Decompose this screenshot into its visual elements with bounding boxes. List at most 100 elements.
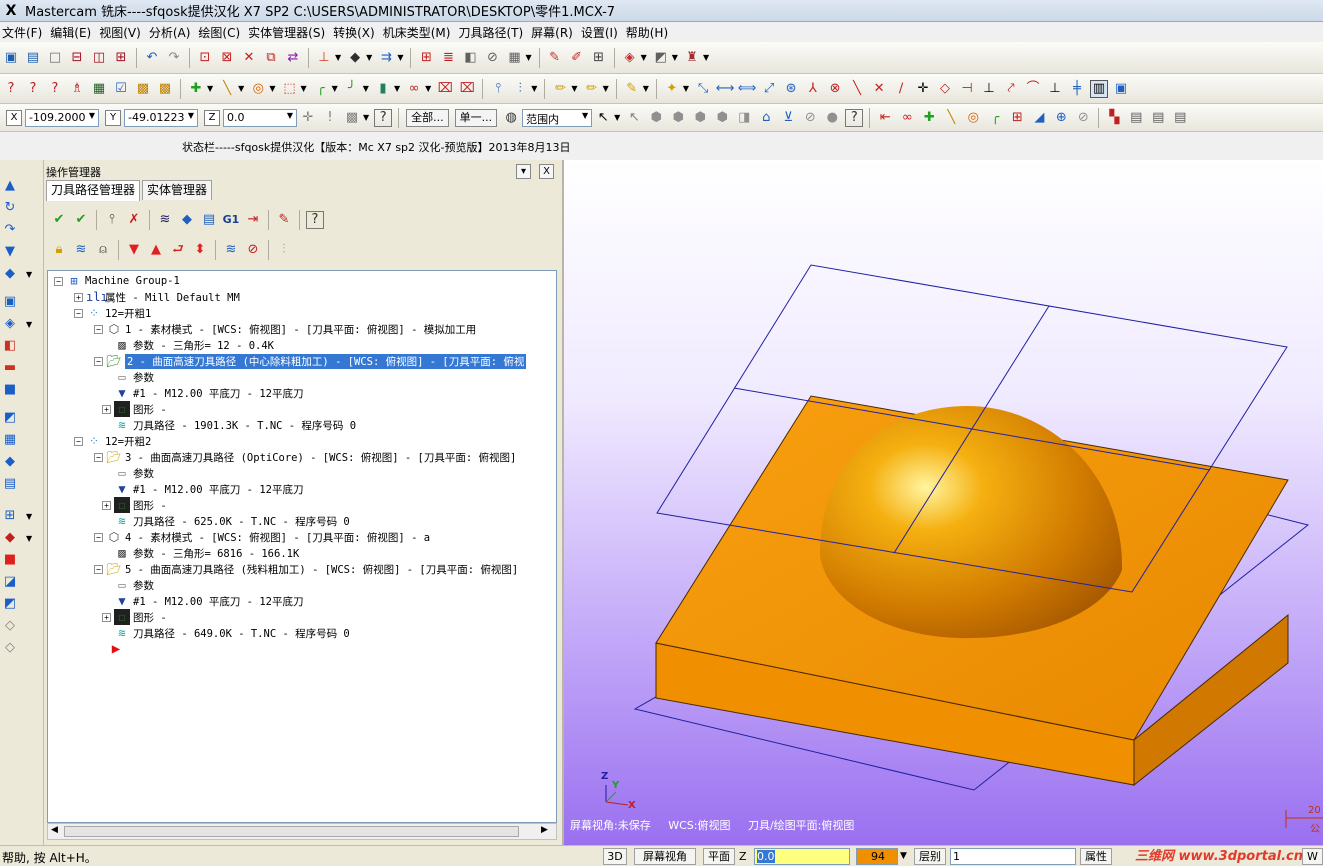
chamfer-icon[interactable]: ╯	[343, 80, 361, 98]
solid-sel5-icon[interactable]: ◨	[735, 109, 753, 127]
snap7-icon[interactable]: ◇	[936, 80, 954, 98]
x-coord-label[interactable]: X	[6, 109, 22, 126]
chain8-icon[interactable]: ◢	[1030, 109, 1048, 127]
axis-icon[interactable]: ⫶	[511, 80, 529, 98]
rotate-icon[interactable]: ↻	[2, 200, 18, 216]
snap6-icon[interactable]: ✛	[914, 80, 932, 98]
chain-icon[interactable]: ⇤	[876, 109, 894, 127]
level-input[interactable]: 1	[950, 848, 1076, 865]
scroll-thumb[interactable]	[64, 826, 519, 837]
toggle-display-icon[interactable]: ≋	[72, 241, 90, 259]
tree-node[interactable]: − 📂︎ 3 - 曲面高速刀具路径 (OptiCore) - [WCS: 俯视图…	[94, 449, 516, 465]
x-coord-input[interactable]: -109.2000 ▼	[25, 108, 99, 127]
cursor2-icon[interactable]: ↖	[625, 109, 643, 127]
grid-view-icon[interactable]: ⊞	[2, 508, 18, 524]
dim3-icon[interactable]: ⟺	[738, 80, 757, 98]
menu-view[interactable]: 视图(V)	[97, 24, 147, 41]
query-help2-icon[interactable]: ?	[845, 108, 864, 127]
tree-node[interactable]: ▼ #1 - M12.00 平底刀 - 12平底刀	[114, 481, 303, 497]
view-top-icon[interactable]: ▲	[2, 178, 18, 194]
wire-cube-icon[interactable]: ◇	[2, 618, 18, 634]
dim2-icon[interactable]: ⟷	[716, 80, 735, 98]
tree-node[interactable]: − 📂︎ 5 - 曲面高速刀具路径 (残料粗加工) - [WCS: 俯视图] -…	[94, 561, 518, 577]
highfeed-icon[interactable]: ✎	[275, 211, 293, 229]
help-q4-icon[interactable]: ♗	[68, 80, 86, 98]
tree-node[interactable]: + ılı 属性 - Mill Default MM	[74, 289, 240, 305]
mirror-icon[interactable]: ⇉	[377, 49, 395, 67]
color3-icon[interactable]: ▤	[1149, 109, 1167, 127]
split-h-icon[interactable]: ⊟	[68, 49, 86, 67]
fast-point-icon[interactable]: ✛	[299, 109, 317, 127]
menu-screen[interactable]: 屏幕(R)	[529, 24, 579, 41]
tree-node[interactable]: ▨ 参数 - 三角形= 6816 - 166.1K	[114, 545, 299, 561]
split-quad-icon[interactable]: ⊞	[112, 49, 130, 67]
measure-icon[interactable]: ⊠	[218, 49, 236, 67]
split-v-icon[interactable]: ◫	[90, 49, 108, 67]
tree-node[interactable]: ▨ 参数 - 三角形= 12 - 0.4K	[114, 337, 274, 353]
move-down-icon[interactable]: ▼	[125, 241, 143, 259]
chain5-icon[interactable]: ◎	[964, 109, 982, 127]
z-coord-label[interactable]: Z	[204, 109, 220, 126]
cylinder-icon[interactable]: ▮	[374, 80, 392, 98]
save-icon[interactable]: ▣	[2, 49, 20, 67]
verify-sel-icon[interactable]: ⌂	[757, 109, 775, 127]
tree-node[interactable]: + ◻ 图形 -	[102, 401, 167, 417]
menu-help[interactable]: 帮助(H)	[624, 24, 674, 41]
tree-node[interactable]: ▭ 参数	[114, 465, 154, 481]
shade-toggle2-icon[interactable]: ◩	[2, 596, 18, 612]
tree-node[interactable]: ▼ #1 - M12.00 平底刀 - 12平底刀	[114, 385, 303, 401]
menu-xform[interactable]: 转换(X)	[331, 24, 381, 41]
matrix-icon[interactable]: ▦	[90, 80, 108, 98]
z-depth-input[interactable]: 0.0	[754, 848, 850, 865]
cursor-icon[interactable]: ↖	[594, 109, 612, 127]
delete-icon[interactable]: ✕	[240, 49, 258, 67]
pencil2-icon[interactable]: ✏	[583, 80, 601, 98]
save-as-icon[interactable]: ▤	[24, 49, 42, 67]
menu-toolpaths[interactable]: 刀具路径(T)	[456, 24, 529, 41]
tool-icon[interactable]: ✎	[546, 49, 564, 67]
surface-icon[interactable]: ◈	[621, 49, 639, 67]
text2-icon[interactable]: ⌧	[458, 80, 476, 98]
y-coord-label[interactable]: Y	[105, 109, 121, 126]
dim1-icon[interactable]: ⤡	[694, 80, 712, 98]
solid-box-icon[interactable]: ■	[2, 382, 18, 398]
help-q3-icon[interactable]: ?	[46, 80, 64, 98]
tree-node[interactable]: + ◻ 图形 -	[102, 609, 167, 625]
wire-icon[interactable]: ⊘	[483, 49, 501, 67]
red-box-icon[interactable]: ◧	[2, 338, 18, 354]
tree-node-selected[interactable]: − 📂︎ 2 - 曲面高速刀具路径 (中心除料粗加工) - [WCS: 俯视图]…	[94, 353, 527, 369]
menu-edit[interactable]: 编辑(E)	[48, 24, 97, 41]
snap14-icon[interactable]: ▥	[1090, 79, 1109, 98]
no-icon[interactable]: ⊘	[801, 109, 819, 127]
chain7-icon[interactable]: ⊞	[1008, 109, 1026, 127]
scroll-right-icon[interactable]: ▶	[541, 825, 548, 835]
solid-sel4-icon[interactable]: ⬢	[713, 109, 731, 127]
chain10-icon[interactable]: ⊘	[1074, 109, 1092, 127]
solid-icon[interactable]: ▦	[505, 49, 523, 67]
tree-hscrollbar[interactable]: ◀ ▶	[47, 823, 557, 840]
ops-help-icon[interactable]: ?	[306, 211, 324, 229]
down-arrow-icon[interactable]: ▼	[2, 244, 18, 260]
snap8-icon[interactable]: ⊣	[958, 80, 976, 98]
color2-icon[interactable]: ▤	[1127, 109, 1145, 127]
simulate-icon[interactable]: ▤	[200, 211, 218, 229]
plus-icon[interactable]: ✚	[187, 80, 205, 98]
fillet-icon[interactable]: ╭	[312, 80, 330, 98]
post-ops-icon[interactable]: ⇥	[244, 211, 262, 229]
help-q1-icon[interactable]: ?	[2, 80, 20, 98]
3d-button[interactable]: 3D	[603, 848, 627, 865]
query-help-icon[interactable]: ?	[374, 108, 393, 127]
chain6-icon[interactable]: ╭	[986, 109, 1004, 127]
attributes-button[interactable]: 属性	[1080, 848, 1112, 865]
blank-icon[interactable]: □	[46, 49, 64, 67]
scroll-left-icon[interactable]: ◀	[51, 825, 58, 835]
point-icon[interactable]: ◆	[346, 49, 364, 67]
tree-node[interactable]: ≋ 刀具路径 - 649.0K - T.NC - 程序号码 0	[114, 625, 349, 641]
snap15-icon[interactable]: ▣	[1112, 80, 1130, 98]
select-dirty-ops-icon[interactable]: ✔	[72, 211, 90, 229]
snap2-icon[interactable]: ⊗	[826, 80, 844, 98]
shade-toggle-icon[interactable]: ◪	[2, 574, 18, 590]
snap9-icon[interactable]: ⊥	[980, 80, 998, 98]
only-display-icon[interactable]: ≋	[222, 241, 240, 259]
grid-icon[interactable]: ⊞	[417, 49, 435, 67]
